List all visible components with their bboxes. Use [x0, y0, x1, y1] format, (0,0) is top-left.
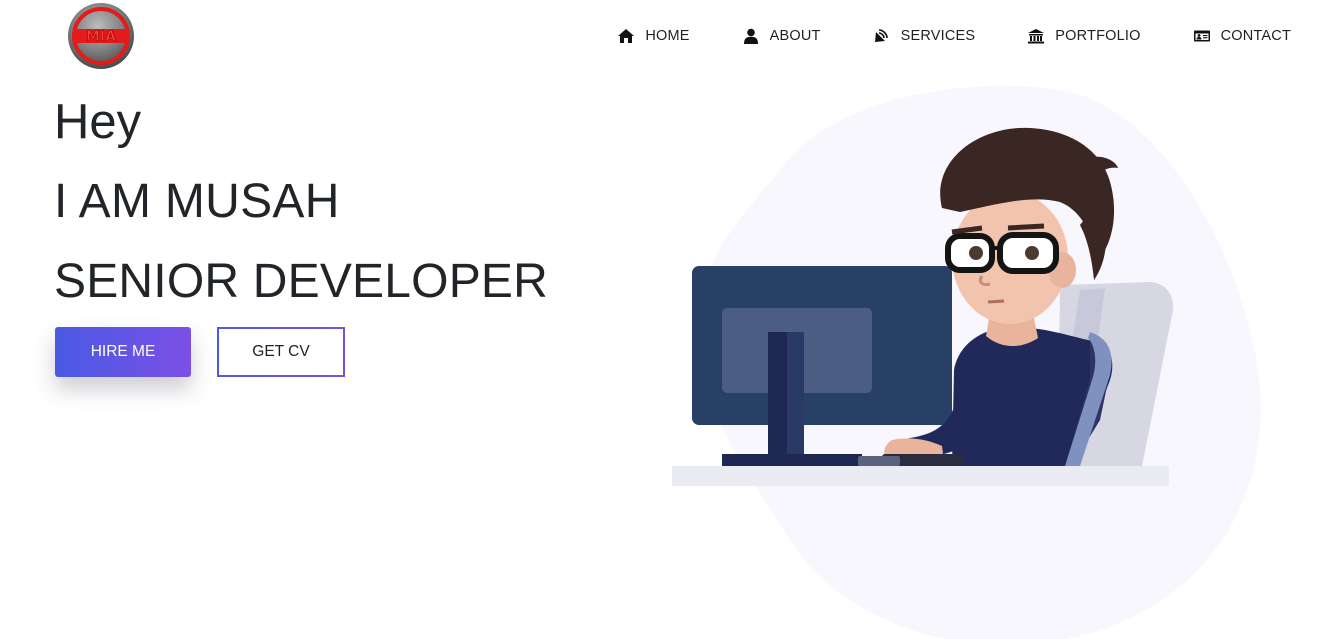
main-nav: HOME ABOUT SERVICES PORTFOLIO CONTACT [617, 24, 1291, 48]
home-icon [617, 28, 635, 44]
university-icon [1027, 28, 1045, 44]
svg-text:MIA: MIA [86, 29, 116, 45]
nav-home-label: HOME [645, 28, 690, 44]
hire-me-button[interactable]: HIRE ME [55, 327, 191, 377]
page: MIA HOME ABOUT SERVICES PORTFOLIO CONTAC… [0, 0, 1329, 639]
nav-portfolio[interactable]: PORTFOLIO [1027, 24, 1140, 48]
nav-about[interactable]: ABOUT [742, 24, 821, 48]
hero-title: SENIOR DEVELOPER [54, 255, 549, 308]
hero-name: I AM MUSAH [54, 175, 340, 228]
mia-logo-icon: MIA [68, 3, 134, 69]
hero-greeting: Hey [54, 95, 142, 149]
nav-about-label: ABOUT [769, 28, 821, 44]
developer-at-computer-illustration [672, 85, 1261, 639]
developer-illustration [660, 80, 1270, 639]
address-card-icon [1193, 28, 1211, 44]
user-icon [742, 28, 760, 44]
nav-home[interactable]: HOME [617, 24, 689, 48]
nav-contact[interactable]: CONTACT [1193, 24, 1291, 48]
nav-portfolio-label: PORTFOLIO [1055, 28, 1141, 44]
get-cv-button[interactable]: GET CV [217, 327, 345, 377]
nav-services-label: SERVICES [900, 28, 976, 44]
satellite-dish-icon [873, 28, 891, 44]
nav-contact-label: CONTACT [1220, 28, 1291, 44]
desk [672, 466, 1169, 486]
monitor-base [722, 454, 862, 466]
site-logo[interactable]: MIA [67, 2, 135, 70]
nav-services[interactable]: SERVICES [873, 24, 976, 48]
